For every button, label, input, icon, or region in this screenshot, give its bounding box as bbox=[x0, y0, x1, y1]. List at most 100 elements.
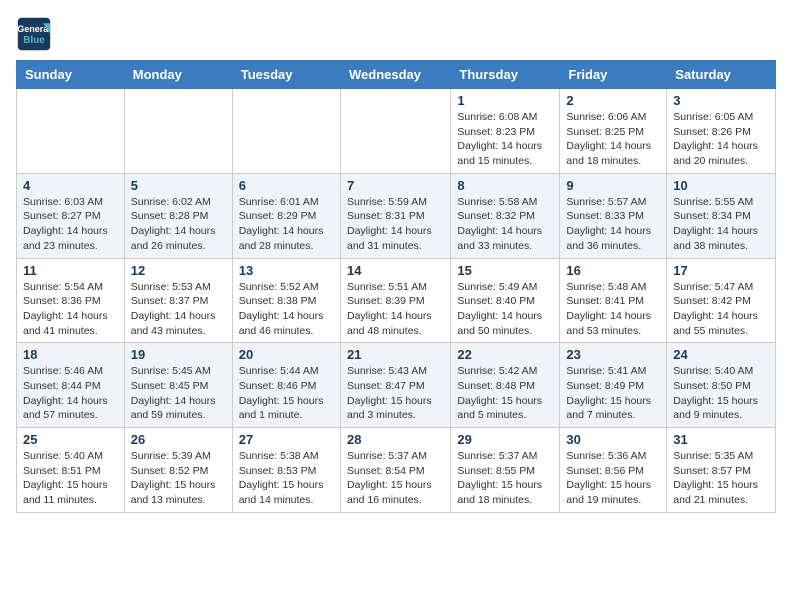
day-number: 23 bbox=[566, 347, 660, 362]
calendar-cell: 6 Sunrise: 6:01 AM Sunset: 8:29 PM Daylig… bbox=[232, 173, 340, 258]
calendar-cell: 21 Sunrise: 5:43 AM Sunset: 8:47 PM Dayli… bbox=[340, 343, 450, 428]
calendar-cell: 19 Sunrise: 5:45 AM Sunset: 8:45 PM Dayli… bbox=[124, 343, 232, 428]
day-number: 7 bbox=[347, 178, 444, 193]
day-number: 9 bbox=[566, 178, 660, 193]
calendar-cell: 4 Sunrise: 6:03 AM Sunset: 8:27 PM Daylig… bbox=[17, 173, 125, 258]
day-number: 30 bbox=[566, 432, 660, 447]
day-info: Sunrise: 6:03 AM Sunset: 8:27 PM Dayligh… bbox=[23, 195, 118, 254]
calendar-cell: 14 Sunrise: 5:51 AM Sunset: 8:39 PM Dayli… bbox=[340, 258, 450, 343]
calendar-cell: 27Sunrise: 5:38 AM Sunset: 8:53 PM Dayli… bbox=[232, 428, 340, 513]
weekday-header-thursday: Thursday bbox=[451, 61, 560, 89]
weekday-header-monday: Monday bbox=[124, 61, 232, 89]
day-number: 3 bbox=[673, 93, 769, 108]
day-info: Sunrise: 6:02 AM Sunset: 8:28 PM Dayligh… bbox=[131, 195, 226, 254]
day-number: 25 bbox=[23, 432, 118, 447]
day-number: 6 bbox=[239, 178, 334, 193]
calendar-cell: 18 Sunrise: 5:46 AM Sunset: 8:44 PM Dayli… bbox=[17, 343, 125, 428]
day-number: 14 bbox=[347, 263, 444, 278]
day-info: Sunrise: 5:51 AM Sunset: 8:39 PM Dayligh… bbox=[347, 280, 444, 339]
logo: General Blue bbox=[16, 16, 56, 52]
day-number: 24 bbox=[673, 347, 769, 362]
calendar-cell: 31Sunrise: 5:35 AM Sunset: 8:57 PM Dayli… bbox=[667, 428, 776, 513]
day-info: Sunrise: 5:52 AM Sunset: 8:38 PM Dayligh… bbox=[239, 280, 334, 339]
calendar-cell bbox=[232, 89, 340, 174]
calendar-cell: 9 Sunrise: 5:57 AM Sunset: 8:33 PM Daylig… bbox=[560, 173, 667, 258]
day-info: Sunrise: 5:58 AM Sunset: 8:32 PM Dayligh… bbox=[457, 195, 553, 254]
weekday-header-row: SundayMondayTuesdayWednesdayThursdayFrid… bbox=[17, 61, 776, 89]
calendar-cell: 30 Sunrise: 5:36 AM Sunset: 8:56 PM Dayli… bbox=[560, 428, 667, 513]
day-number: 2 bbox=[566, 93, 660, 108]
day-info: Sunrise: 5:40 AM Sunset: 8:50 PM Dayligh… bbox=[673, 364, 769, 423]
day-info: Sunrise: 5:46 AM Sunset: 8:44 PM Dayligh… bbox=[23, 364, 118, 423]
day-info: Sunrise: 6:08 AM Sunset: 8:23 PM Dayligh… bbox=[457, 110, 553, 169]
day-info: Sunrise: 5:36 AM Sunset: 8:56 PM Dayligh… bbox=[566, 449, 660, 508]
weekday-header-tuesday: Tuesday bbox=[232, 61, 340, 89]
day-info: Sunrise: 5:55 AM Sunset: 8:34 PM Dayligh… bbox=[673, 195, 769, 254]
weekday-header-saturday: Saturday bbox=[667, 61, 776, 89]
day-info: Sunrise: 5:43 AM Sunset: 8:47 PM Dayligh… bbox=[347, 364, 444, 423]
svg-text:Blue: Blue bbox=[23, 35, 45, 46]
day-number: 28 bbox=[347, 432, 444, 447]
calendar-cell: 8 Sunrise: 5:58 AM Sunset: 8:32 PM Daylig… bbox=[451, 173, 560, 258]
calendar-cell bbox=[17, 89, 125, 174]
day-info: Sunrise: 6:01 AM Sunset: 8:29 PM Dayligh… bbox=[239, 195, 334, 254]
day-number: 10 bbox=[673, 178, 769, 193]
day-number: 22 bbox=[457, 347, 553, 362]
day-info: Sunrise: 5:47 AM Sunset: 8:42 PM Dayligh… bbox=[673, 280, 769, 339]
day-number: 12 bbox=[131, 263, 226, 278]
day-info: Sunrise: 6:05 AM Sunset: 8:26 PM Dayligh… bbox=[673, 110, 769, 169]
day-info: Sunrise: 5:42 AM Sunset: 8:48 PM Dayligh… bbox=[457, 364, 553, 423]
day-info: Sunrise: 5:54 AM Sunset: 8:36 PM Dayligh… bbox=[23, 280, 118, 339]
day-number: 15 bbox=[457, 263, 553, 278]
day-info: Sunrise: 5:39 AM Sunset: 8:52 PM Dayligh… bbox=[131, 449, 226, 508]
calendar-cell: 2 Sunrise: 6:06 AM Sunset: 8:25 PM Daylig… bbox=[560, 89, 667, 174]
day-info: Sunrise: 6:06 AM Sunset: 8:25 PM Dayligh… bbox=[566, 110, 660, 169]
day-info: Sunrise: 5:59 AM Sunset: 8:31 PM Dayligh… bbox=[347, 195, 444, 254]
day-number: 5 bbox=[131, 178, 226, 193]
calendar-cell: 7 Sunrise: 5:59 AM Sunset: 8:31 PM Daylig… bbox=[340, 173, 450, 258]
calendar-cell: 23 Sunrise: 5:41 AM Sunset: 8:49 PM Dayli… bbox=[560, 343, 667, 428]
day-number: 18 bbox=[23, 347, 118, 362]
calendar-cell: 24 Sunrise: 5:40 AM Sunset: 8:50 PM Dayli… bbox=[667, 343, 776, 428]
day-info: Sunrise: 5:49 AM Sunset: 8:40 PM Dayligh… bbox=[457, 280, 553, 339]
week-row-5: 25 Sunrise: 5:40 AM Sunset: 8:51 PM Dayli… bbox=[17, 428, 776, 513]
calendar-cell: 3 Sunrise: 6:05 AM Sunset: 8:26 PM Daylig… bbox=[667, 89, 776, 174]
logo-icon: General Blue bbox=[16, 16, 52, 52]
day-number: 21 bbox=[347, 347, 444, 362]
weekday-header-wednesday: Wednesday bbox=[340, 61, 450, 89]
calendar-cell: 29 Sunrise: 5:37 AM Sunset: 8:55 PM Dayli… bbox=[451, 428, 560, 513]
page-header: General Blue bbox=[16, 16, 776, 52]
calendar-cell bbox=[124, 89, 232, 174]
calendar-cell: 22 Sunrise: 5:42 AM Sunset: 8:48 PM Dayli… bbox=[451, 343, 560, 428]
day-info: Sunrise: 5:41 AM Sunset: 8:49 PM Dayligh… bbox=[566, 364, 660, 423]
day-number: 26 bbox=[131, 432, 226, 447]
week-row-1: 1 Sunrise: 6:08 AM Sunset: 8:23 PM Daylig… bbox=[17, 89, 776, 174]
calendar-cell: 25 Sunrise: 5:40 AM Sunset: 8:51 PM Dayli… bbox=[17, 428, 125, 513]
day-number: 17 bbox=[673, 263, 769, 278]
day-number: 16 bbox=[566, 263, 660, 278]
day-number: 4 bbox=[23, 178, 118, 193]
day-info: Sunrise: 5:45 AM Sunset: 8:45 PM Dayligh… bbox=[131, 364, 226, 423]
day-number: 8 bbox=[457, 178, 553, 193]
calendar-table: SundayMondayTuesdayWednesdayThursdayFrid… bbox=[16, 60, 776, 513]
day-number: 27 bbox=[239, 432, 334, 447]
calendar-cell: 5 Sunrise: 6:02 AM Sunset: 8:28 PM Daylig… bbox=[124, 173, 232, 258]
day-info: Sunrise: 5:57 AM Sunset: 8:33 PM Dayligh… bbox=[566, 195, 660, 254]
calendar-cell: 10 Sunrise: 5:55 AM Sunset: 8:34 PM Dayli… bbox=[667, 173, 776, 258]
day-number: 31 bbox=[673, 432, 769, 447]
day-info: Sunrise: 5:37 AM Sunset: 8:55 PM Dayligh… bbox=[457, 449, 553, 508]
day-info: Sunrise: 5:48 AM Sunset: 8:41 PM Dayligh… bbox=[566, 280, 660, 339]
calendar-cell bbox=[340, 89, 450, 174]
day-number: 20 bbox=[239, 347, 334, 362]
day-number: 1 bbox=[457, 93, 553, 108]
calendar-cell: 17 Sunrise: 5:47 AM Sunset: 8:42 PM Dayli… bbox=[667, 258, 776, 343]
calendar-cell: 28Sunrise: 5:37 AM Sunset: 8:54 PM Dayli… bbox=[340, 428, 450, 513]
calendar-cell: 1 Sunrise: 6:08 AM Sunset: 8:23 PM Daylig… bbox=[451, 89, 560, 174]
calendar-cell: 11Sunrise: 5:54 AM Sunset: 8:36 PM Dayli… bbox=[17, 258, 125, 343]
weekday-header-friday: Friday bbox=[560, 61, 667, 89]
day-info: Sunrise: 5:40 AM Sunset: 8:51 PM Dayligh… bbox=[23, 449, 118, 508]
calendar-cell: 20Sunrise: 5:44 AM Sunset: 8:46 PM Dayli… bbox=[232, 343, 340, 428]
week-row-3: 11Sunrise: 5:54 AM Sunset: 8:36 PM Dayli… bbox=[17, 258, 776, 343]
day-number: 19 bbox=[131, 347, 226, 362]
day-number: 29 bbox=[457, 432, 553, 447]
